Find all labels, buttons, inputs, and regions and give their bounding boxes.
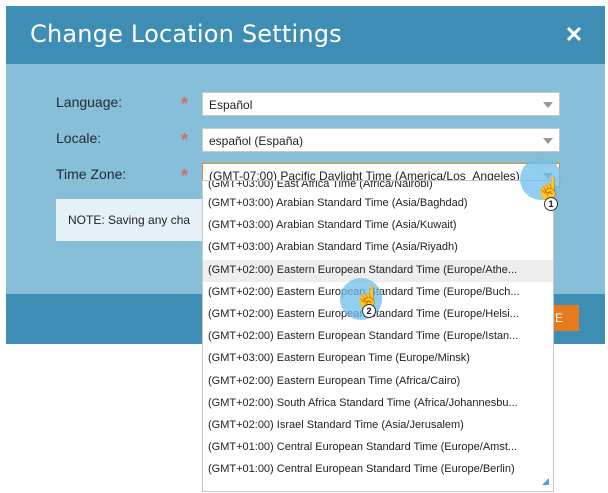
- locale-select-value: español (España): [209, 134, 304, 148]
- timezone-option[interactable]: (GMT+03:00) Eastern European Time (Europ…: [203, 348, 553, 370]
- close-icon[interactable]: ✕: [562, 23, 586, 47]
- timezone-label: Time Zone:: [56, 166, 127, 182]
- resize-grip-icon[interactable]: [542, 478, 549, 485]
- timezone-option[interactable]: (GMT+02:00) Eastern European Standard Ti…: [203, 259, 553, 282]
- timezone-option[interactable]: (GMT+01:00) Central European Standard Ti…: [203, 437, 553, 459]
- timezone-option[interactable]: (GMT+03:00) East Africa Time (Africa/Nai…: [203, 181, 553, 193]
- chevron-down-icon: [543, 138, 553, 144]
- step-number-badge: 1: [544, 197, 558, 211]
- language-select[interactable]: Español: [202, 92, 560, 116]
- locale-select[interactable]: español (España): [202, 128, 560, 152]
- save-button[interactable]: E: [551, 305, 579, 331]
- timezone-required-icon: *: [181, 166, 189, 186]
- chevron-down-icon: [543, 102, 553, 108]
- timezone-option[interactable]: (GMT+02:00) Eastern European Standard Ti…: [203, 326, 553, 348]
- timezone-option[interactable]: (GMT+02:00) Israel Standard Time (Asia/J…: [203, 415, 553, 437]
- dialog-title: Change Location Settings: [30, 20, 342, 48]
- timezone-option[interactable]: (GMT+03:00) Arabian Standard Time (Asia/…: [203, 215, 553, 237]
- timezone-option[interactable]: (GMT+02:00) South Africa Standard Time (…: [203, 393, 553, 415]
- locale-label: Locale:: [56, 130, 102, 146]
- language-select-value: Español: [209, 98, 253, 112]
- timezone-option[interactable]: (GMT+01:00) Central European Standard Ti…: [203, 459, 553, 481]
- save-note: NOTE: Saving any cha: [56, 199, 206, 241]
- dialog-titlebar: Change Location Settings ✕: [6, 6, 605, 64]
- language-label: Language:: [56, 94, 123, 110]
- timezone-option[interactable]: (GMT+03:00) Arabian Standard Time (Asia/…: [203, 237, 553, 259]
- step-number-badge: 2: [362, 304, 376, 318]
- timezone-dropdown-list[interactable]: (GMT+03:00) East Africa Time (Africa/Nai…: [202, 180, 554, 492]
- timezone-option[interactable]: (GMT+02:00) Eastern European Time (Afric…: [203, 371, 553, 393]
- timezone-option[interactable]: (GMT+03:00) Arabian Standard Time (Asia/…: [203, 193, 553, 215]
- locale-required-icon: *: [181, 130, 189, 150]
- language-required-icon: *: [181, 94, 189, 114]
